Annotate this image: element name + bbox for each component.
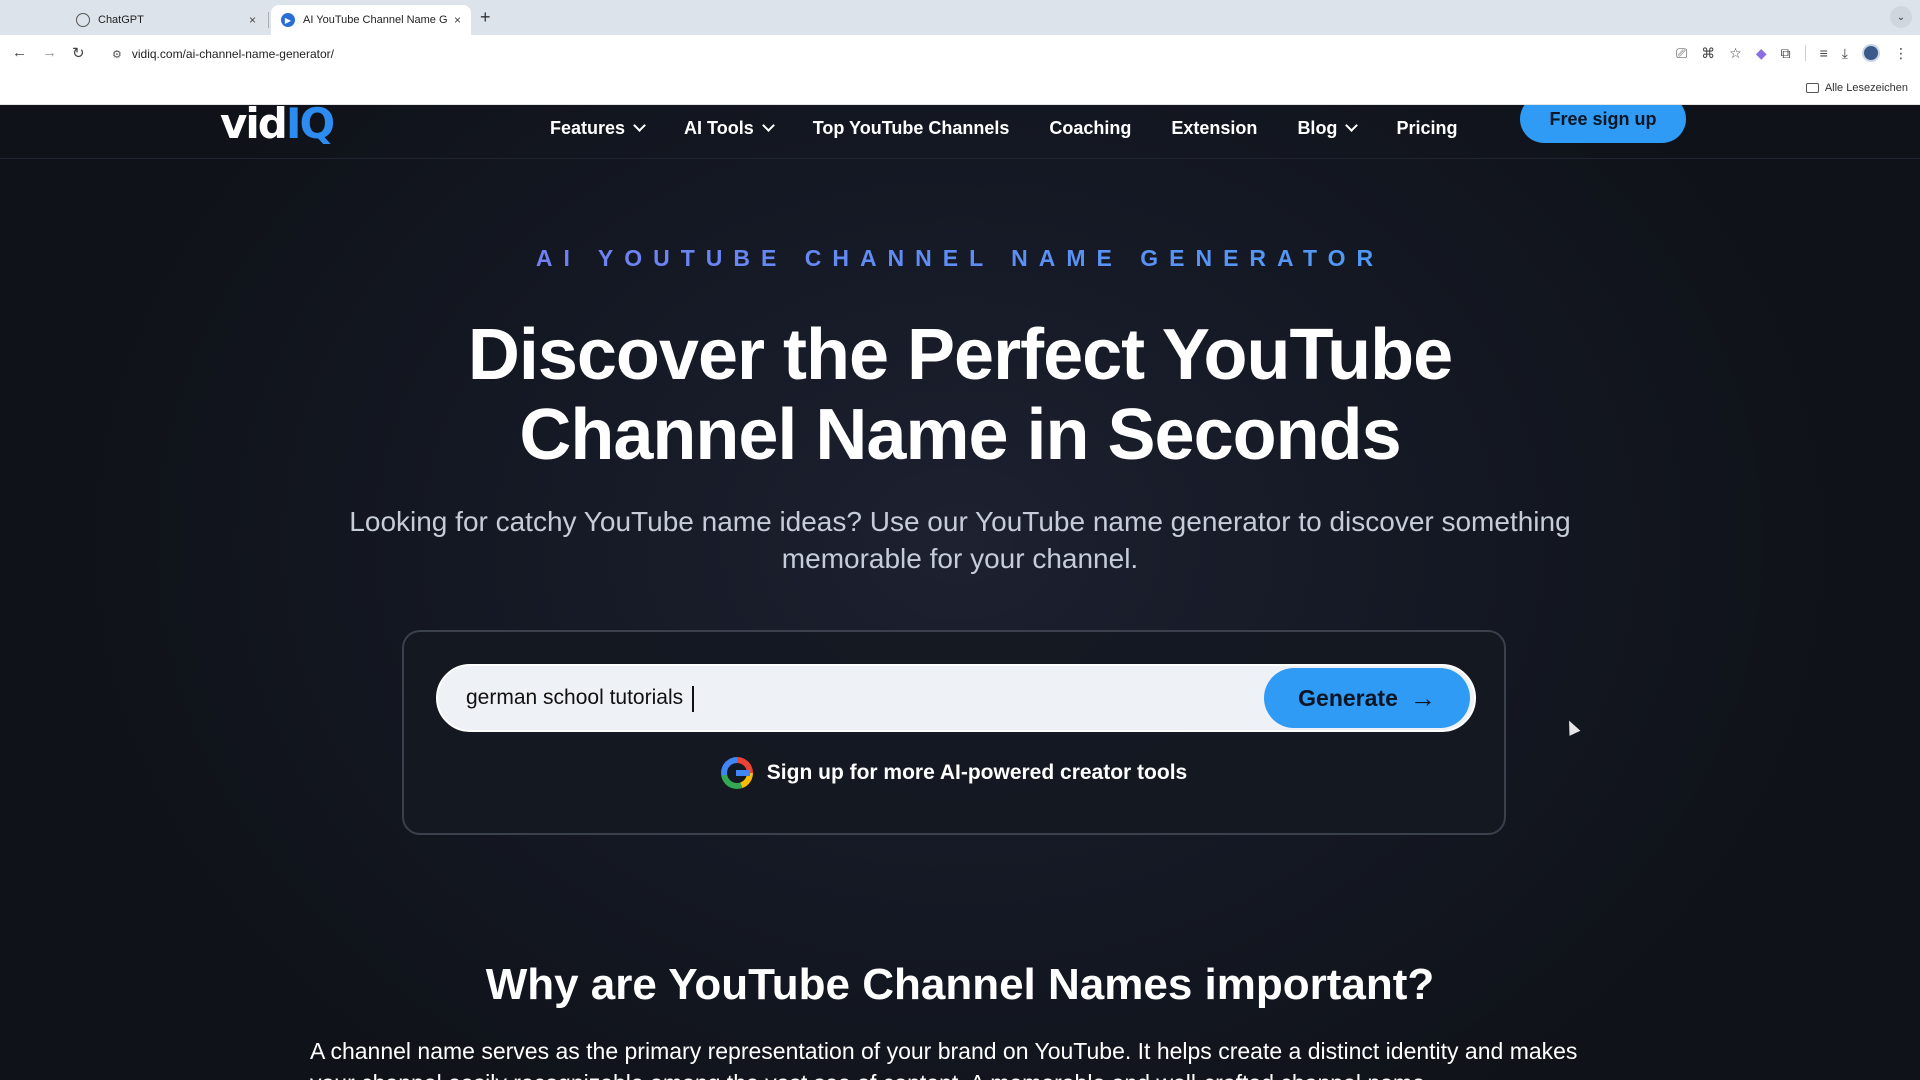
profile-avatar[interactable] [1862,44,1880,62]
nav-extension[interactable]: Extension [1171,118,1257,139]
bookmarks-bar: Alle Lesezeichen [0,73,1920,105]
headline-line-1: Discover the Perfect YouTube [467,315,1453,395]
chevron-down-icon [1345,119,1359,132]
chevron-down-icon [761,119,775,132]
vidiq-icon: ▶ [281,13,295,27]
tab-search-chevron-icon[interactable]: ⌄ [1890,6,1912,28]
hero-subhead: Looking for catchy YouTube name ideas? U… [349,506,1571,574]
logo-text: vid [220,105,288,148]
folder-icon [1805,83,1819,93]
free-signup-button[interactable]: Free sign up [1520,105,1686,143]
site-header: vidIQ Features AI Tools Top YouTube Chan… [0,105,1920,159]
google-icon [720,757,753,789]
nav-pricing[interactable]: Pricing [1396,118,1457,139]
nav-coaching[interactable]: Coaching [1049,118,1131,139]
download-icon[interactable]: ⤓ [1842,45,1848,62]
site-settings-icon[interactable]: ⚙ [112,48,122,61]
nav-label: AI Tools [684,117,754,138]
chevron-down-icon [633,119,646,132]
nav-top-youtube-channels[interactable]: Top YouTube Channels [813,118,1010,139]
toolbar-icons: ⎚ ⌘ ☆ ◆ ⧉ ≡ ⤓ ⋮ [1676,44,1908,62]
hero-headline: Discover the Perfect YouTube Channel Nam… [360,315,1560,475]
all-bookmarks-button[interactable]: Alle Lesezeichen [1805,82,1908,94]
reading-list-icon[interactable]: ≡ [1820,45,1828,61]
bookmark-star-icon[interactable]: ☆ [1729,45,1742,62]
text-caret [692,686,694,712]
generator-card: Generate → Sign up for more AI-powered c… [402,630,1506,835]
hero-eyebrow: AI YOUTUBE CHANNEL NAME GENERATOR [0,245,1920,272]
address-bar[interactable]: ⚙ vidiq.com/ai-channel-name-generator/ [104,40,1704,68]
logo-accent: IQ [285,105,335,148]
mouse-cursor-icon [1563,718,1581,736]
nav-label: Extension [1171,117,1258,138]
extensions-puzzle-icon[interactable]: ⧉ [1781,45,1791,62]
nav-label: Top YouTube Channels [812,117,1010,138]
toolbar-divider [1804,45,1806,61]
google-signup-link[interactable]: Sign up for more AI-powered creator tool… [404,757,1504,789]
tab-chatgpt[interactable]: ChatGPT × [66,5,266,35]
nav-label: Coaching [1049,117,1132,138]
chatgpt-icon [76,13,90,27]
headline-line-2: Channel Name in Seconds [519,395,1401,475]
install-app-icon[interactable]: ⎚ [1676,45,1687,62]
new-tab-button[interactable]: + [480,7,491,28]
google-signup-text: Sign up for more AI-powered creator tool… [766,761,1188,784]
nav-label: Features [550,117,626,138]
back-arrow-icon[interactable]: ← [12,44,27,61]
close-icon[interactable]: × [454,13,461,27]
section-heading: Why are YouTube Channel Names important? [485,960,1435,1009]
reload-icon[interactable]: ↻ [72,44,85,62]
browser-toolbar: ← → ↻ ⚙ vidiq.com/ai-channel-name-genera… [0,35,1920,73]
page-content: vidIQ Features AI Tools Top YouTube Chan… [0,105,1920,1080]
nav-blog[interactable]: Blog [1297,117,1359,139]
channel-topic-input[interactable] [466,666,1246,730]
tab-title: AI YouTube Channel Name Ge [303,14,448,26]
nav-label: Pricing [1396,117,1458,138]
extension-ai-icon[interactable]: ◆ [1756,45,1767,62]
nav-features[interactable]: Features [550,117,646,139]
section-body: A channel name serves as the primary rep… [310,1038,1578,1080]
generate-label: Generate [1298,684,1398,711]
forward-arrow-icon[interactable]: → [42,44,57,61]
menu-dots-icon[interactable]: ⋮ [1894,45,1908,62]
nav-ai-tools[interactable]: AI Tools [684,117,775,139]
all-bookmarks-label: Alle Lesezeichen [1824,82,1908,94]
nav-label: Blog [1297,117,1338,138]
tab-vidiq[interactable]: ▶ AI YouTube Channel Name Ge × [271,5,471,35]
arrow-right-icon: → [1409,682,1436,713]
translate-icon[interactable]: ⌘ [1701,45,1715,62]
vidiq-logo[interactable]: vidIQ [220,105,335,148]
url-text: vidiq.com/ai-channel-name-generator/ [131,47,334,61]
generator-input-wrapper: Generate → [436,664,1476,732]
browser-tab-bar: ChatGPT × ▶ AI YouTube Channel Name Ge ×… [0,0,1920,35]
tab-title: ChatGPT [98,14,144,26]
tab-divider [268,12,269,28]
generate-button[interactable]: Generate → [1264,668,1470,728]
main-nav: Features AI Tools Top YouTube Channels C… [550,105,1457,151]
close-icon[interactable]: × [249,13,256,27]
